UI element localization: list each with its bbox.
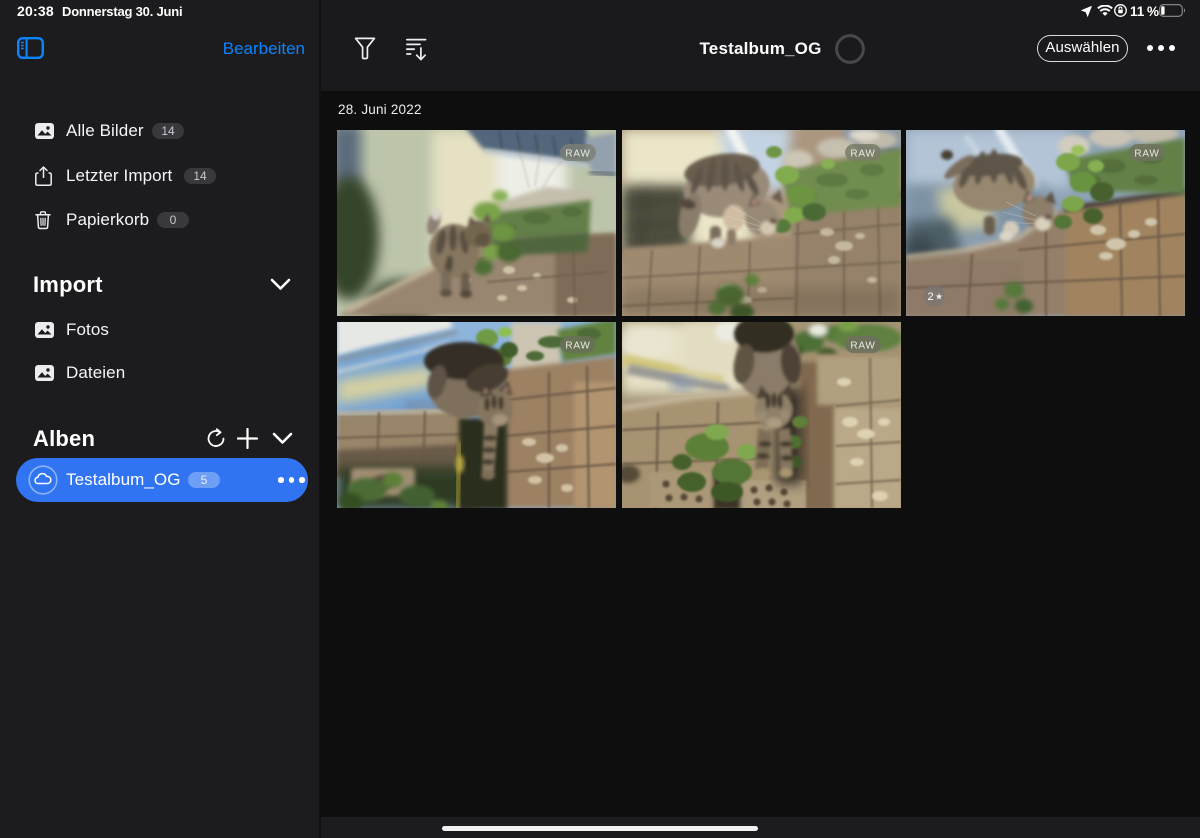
svg-text:★: ★ xyxy=(935,292,943,302)
svg-text:RAW: RAW xyxy=(850,149,875,160)
svg-text:RAW: RAW xyxy=(565,341,590,352)
svg-text:2: 2 xyxy=(927,291,933,303)
svg-text:RAW: RAW xyxy=(565,149,590,160)
svg-text:RAW: RAW xyxy=(850,341,875,352)
svg-text:RAW: RAW xyxy=(1134,149,1159,160)
